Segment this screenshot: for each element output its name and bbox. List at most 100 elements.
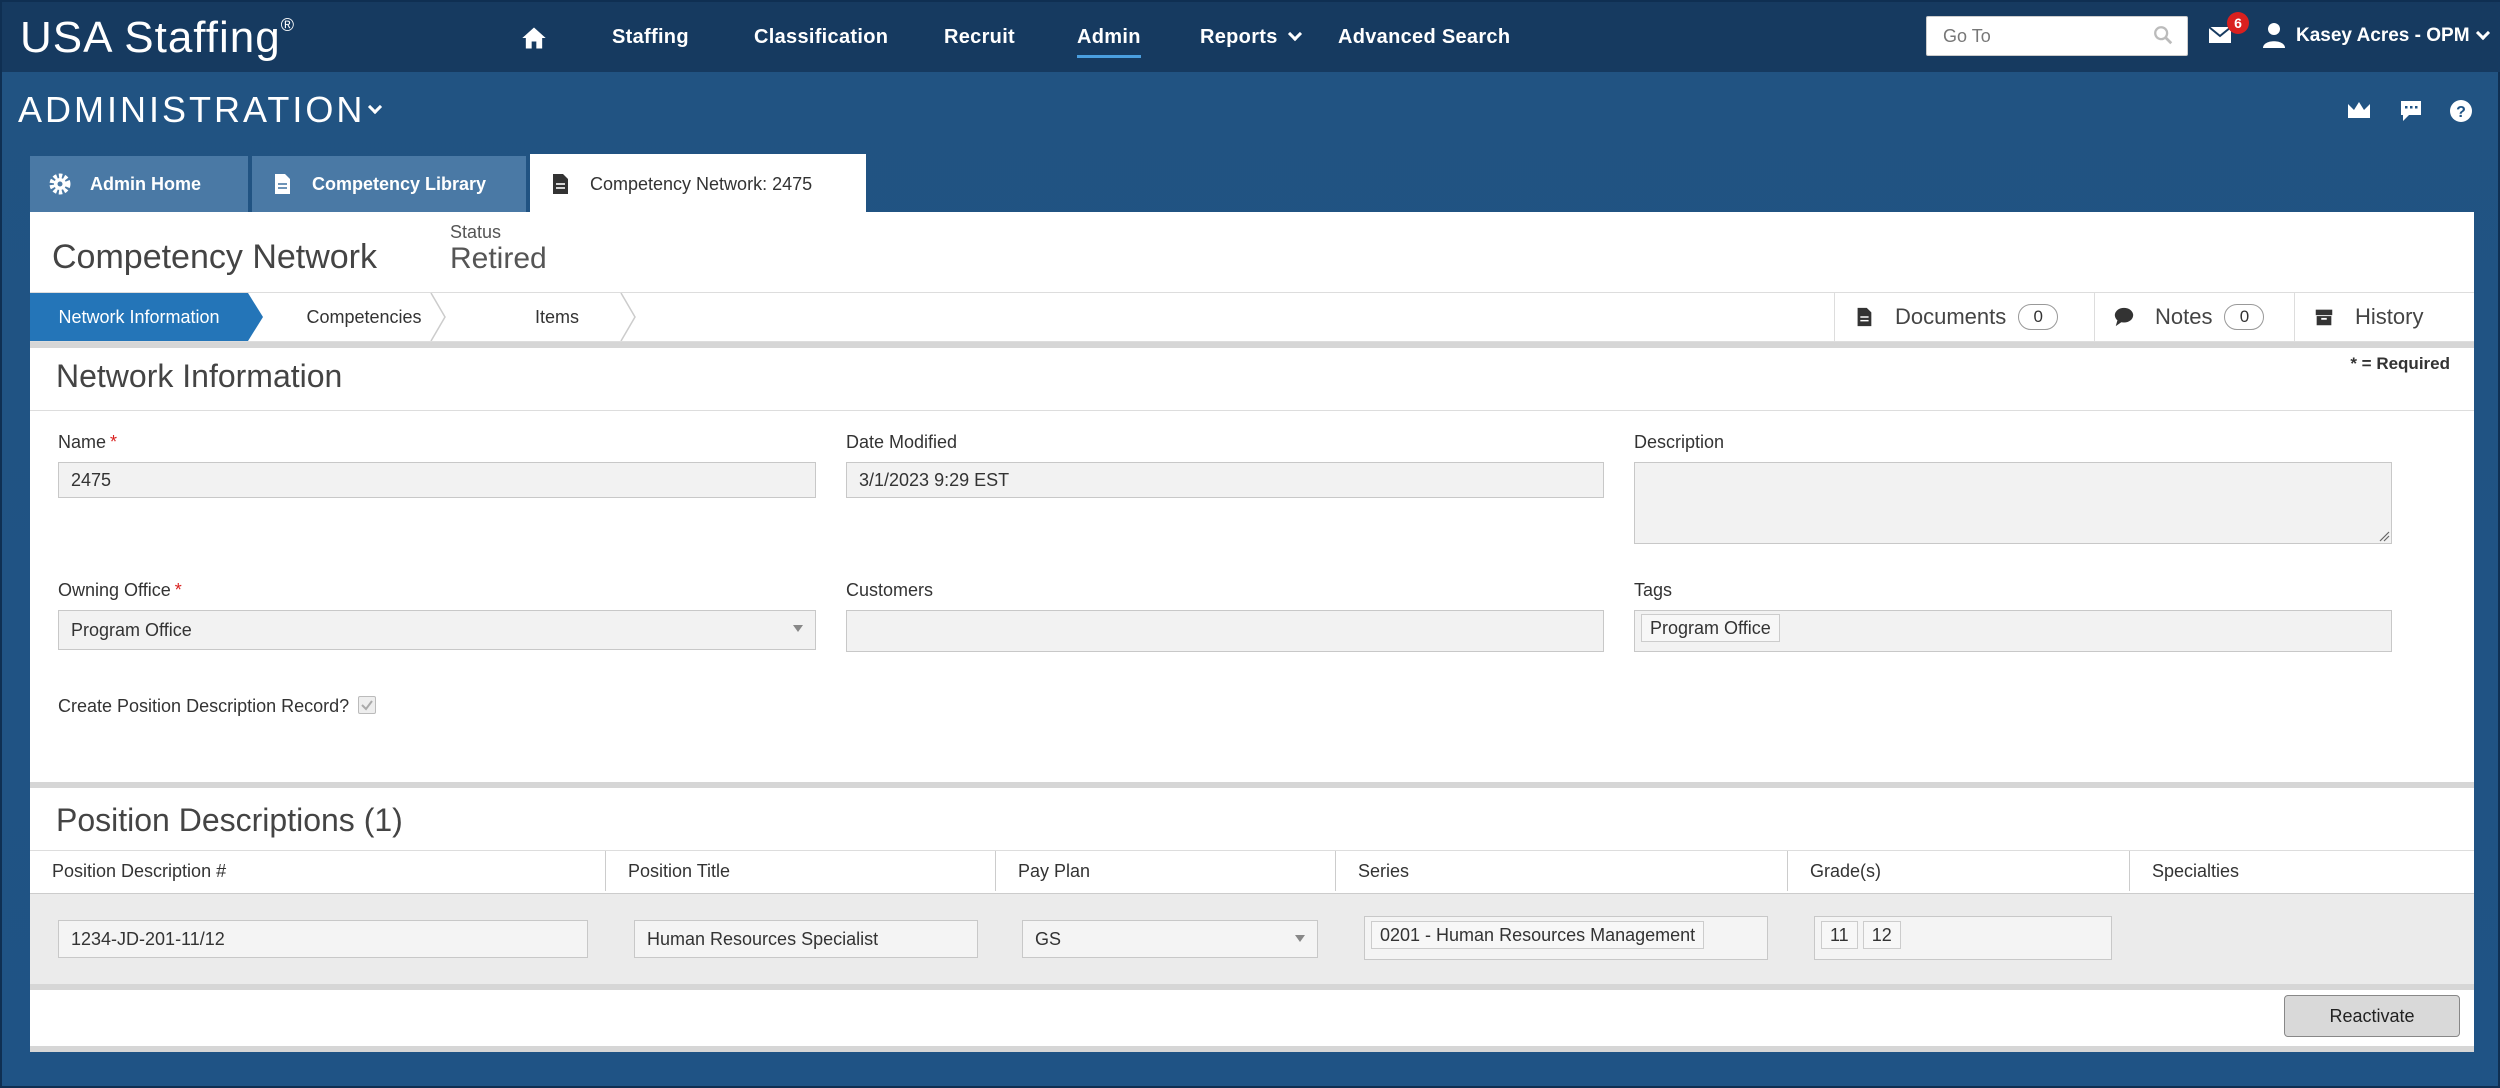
notes-button[interactable]: Notes 0: [2094, 293, 2294, 341]
required-note: * = Required: [2350, 354, 2450, 373]
divider: [30, 342, 2474, 348]
series-chip[interactable]: 0201 - Human Resources Management: [1371, 921, 1705, 949]
customers-field[interactable]: [846, 610, 1604, 652]
column-header: Position Description #: [52, 861, 227, 881]
reactivate-button[interactable]: Reactivate: [2284, 995, 2460, 1037]
section-title[interactable]: ADMINISTRATION: [18, 88, 365, 132]
owning-office-label: Owning Office *: [58, 580, 182, 601]
comment-icon: [2114, 307, 2134, 327]
step-divider: [620, 293, 636, 341]
grade-chip[interactable]: 11: [1821, 921, 1858, 949]
checkmark-icon: [361, 700, 373, 711]
create-pd-label: Create Position Description Record?: [58, 696, 350, 716]
documents-label: Documents: [1895, 304, 2007, 329]
search-icon[interactable]: [2152, 24, 2174, 46]
pay-plan-select[interactable]: GS: [1022, 920, 1318, 958]
history-label: History: [2355, 304, 2424, 329]
required-marker: *: [110, 432, 118, 452]
step-network-information[interactable]: Network Information: [30, 293, 248, 341]
column-header: Position Title: [605, 851, 995, 891]
date-modified-label: Date Modified: [846, 432, 958, 452]
user-name[interactable]: Kasey Acres - OPM: [2296, 22, 2470, 50]
owning-office-label-text: Owning Office: [58, 580, 171, 600]
nav-admin[interactable]: Admin: [1077, 22, 1141, 58]
documents-button[interactable]: Documents 0: [1834, 293, 2094, 341]
status-value: Retired: [450, 242, 547, 275]
divider: [30, 782, 2474, 788]
tags-label: Tags: [1634, 580, 1673, 600]
nav-reports[interactable]: Reports: [1200, 22, 1302, 52]
table-row: 1234-JD-201-11/12 Human Resources Specia…: [30, 894, 2474, 984]
section-heading: Position Descriptions (1): [56, 802, 403, 838]
step-nav: Network Information Competencies Items D…: [30, 292, 2474, 342]
tags-field[interactable]: Program Office: [1634, 610, 2392, 652]
dashboard-icon[interactable]: [2346, 98, 2372, 124]
name-label-text: Name: [58, 432, 107, 452]
tag-chip[interactable]: Program Office: [1641, 614, 1780, 642]
section-heading: Network Information: [56, 358, 343, 394]
nav-reports-label: Reports: [1200, 26, 1278, 48]
home-icon[interactable]: [520, 24, 548, 52]
pay-plan-value: GS: [1035, 929, 1062, 949]
tab-admin-home[interactable]: Admin Home: [30, 156, 248, 212]
document-icon: [275, 174, 290, 194]
nav-staffing[interactable]: Staffing: [612, 22, 689, 52]
chevron-down-icon: [1287, 26, 1302, 42]
brand-name: USA Staffing: [20, 13, 281, 62]
mail-count-badge: 6: [2227, 12, 2249, 34]
owning-office-value: Program Office: [71, 620, 192, 640]
step-arrow-active: [248, 293, 263, 341]
archive-icon: [2315, 309, 2333, 326]
nav-recruit[interactable]: Recruit: [944, 22, 1015, 52]
grade-chip[interactable]: 12: [1862, 921, 1901, 949]
chevron-down-icon[interactable]: [367, 99, 383, 115]
document-icon: [553, 174, 568, 194]
date-modified-field: 3/1/2023 9:29 EST: [846, 462, 1604, 498]
name-label: Name *: [58, 432, 117, 453]
position-title-field[interactable]: Human Resources Specialist: [634, 920, 978, 958]
nav-advanced-search[interactable]: Advanced Search: [1338, 22, 1510, 52]
notes-label: Notes: [2155, 304, 2213, 329]
tab-label: Competency Library: [312, 174, 487, 194]
help-icon[interactable]: ?: [2448, 98, 2474, 124]
owning-office-select[interactable]: Program Office: [58, 610, 816, 650]
svg-text:?: ?: [2456, 104, 2466, 121]
goto-input[interactable]: Go To: [1926, 16, 2188, 56]
required-marker: *: [174, 580, 182, 600]
gear-icon: [49, 173, 71, 195]
tab-competency-network[interactable]: Competency Network: 2475: [530, 154, 866, 214]
dropdown-arrow-icon: [1295, 935, 1305, 942]
page-title: Competency Network: [52, 238, 378, 276]
divider: [30, 984, 2474, 990]
tab-label: Competency Network: 2475: [590, 174, 813, 194]
series-field[interactable]: 0201 - Human Resources Management: [1364, 916, 1768, 960]
step-divider: [430, 293, 446, 341]
documents-count: 0: [2018, 304, 2059, 330]
brand-registered-mark: ®: [280, 15, 295, 35]
nav-classification[interactable]: Classification: [754, 22, 888, 52]
column-header: Specialties: [2129, 851, 2474, 891]
document-icon: [1857, 307, 1872, 327]
pd-table: Position Description # Position Title Pa…: [30, 850, 2474, 894]
customers-label: Customers: [846, 580, 934, 600]
column-header: Pay Plan: [995, 851, 1335, 891]
status-label: Status: [450, 222, 502, 242]
column-header: Series: [1335, 851, 1787, 891]
chat-icon[interactable]: [2398, 98, 2424, 124]
dropdown-arrow-icon: [793, 625, 803, 632]
user-icon[interactable]: [2262, 22, 2286, 48]
app-window: USA Staffing® Staffing Classification Re…: [0, 0, 2500, 1088]
notes-count: 0: [2224, 304, 2265, 330]
description-label: Description: [1634, 432, 1725, 452]
description-field[interactable]: [1634, 462, 2392, 544]
resize-handle-icon[interactable]: [2378, 530, 2390, 542]
divider: [30, 1046, 2474, 1052]
chevron-down-icon[interactable]: [2475, 25, 2491, 41]
grades-field[interactable]: 11 12: [1814, 916, 2112, 960]
pd-number-field[interactable]: 1234-JD-201-11/12: [58, 920, 588, 958]
brand-logo[interactable]: USA Staffing®: [20, 10, 295, 66]
name-field[interactable]: 2475: [58, 462, 816, 498]
tab-competency-library[interactable]: Competency Library: [252, 156, 526, 212]
create-pd-checkbox[interactable]: [358, 696, 376, 714]
history-button[interactable]: History: [2294, 293, 2474, 341]
